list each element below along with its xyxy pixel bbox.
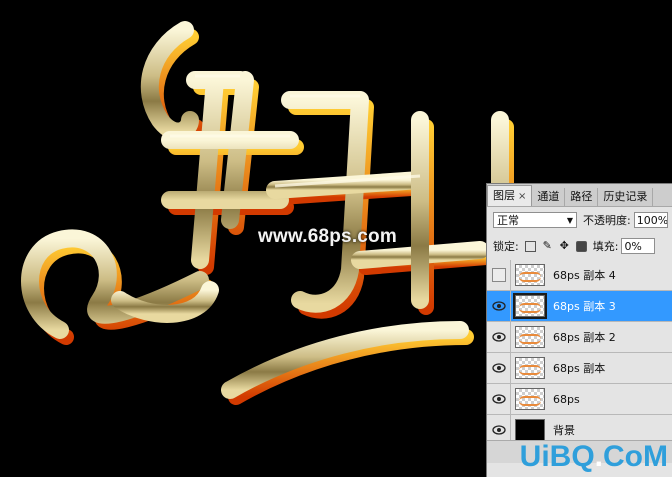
tab-layers-label: 图层 <box>493 189 515 202</box>
layer-row[interactable]: 68ps 副本 4 <box>487 260 672 291</box>
layer-row[interactable]: 68ps 副本 2 <box>487 322 672 353</box>
fill-label: 填充: <box>592 240 619 253</box>
lock-paint-icon[interactable]: ✎ <box>542 240 553 252</box>
eye-icon[interactable] <box>487 322 511 352</box>
layers-panel: 图层 × 通道 路径 历史记录 正常 ▼ 不透明度: 100% 锁定: ✎ ✥ 填… <box>486 183 672 477</box>
layer-list: 68ps 副本 4 68ps 副本 3 68ps 副本 2 68ps 副本 68ps 背景 <box>487 260 672 446</box>
eye-icon[interactable] <box>487 291 511 321</box>
eye-icon[interactable] <box>487 353 511 383</box>
orange-shadow-strokes <box>28 29 514 405</box>
layer-name: 68ps 副本 4 <box>553 269 616 282</box>
visibility-toggle-empty[interactable] <box>487 260 511 290</box>
corner-logo: UiBQ.CoM <box>520 440 668 474</box>
layer-thumbnail <box>515 357 545 379</box>
layer-name: 背景 <box>553 424 575 437</box>
layer-thumbnail <box>515 264 545 286</box>
opacity-label: 不透明度: <box>583 214 631 227</box>
corner-logo-right: CoM <box>603 440 668 473</box>
fill-input[interactable]: 0% <box>621 238 656 254</box>
layer-name: 68ps 副本 2 <box>553 331 616 344</box>
corner-logo-left: UiBQ <box>519 440 595 473</box>
layer-name: 68ps 副本 <box>553 362 606 375</box>
layer-row[interactable]: 68ps 副本 <box>487 353 672 384</box>
tab-history[interactable]: 历史记录 <box>598 188 654 206</box>
lock-transparency-icon[interactable] <box>524 240 536 252</box>
lock-label: 锁定: <box>493 240 519 253</box>
blend-row: 正常 ▼ 不透明度: 100% <box>487 207 672 233</box>
tab-channels[interactable]: 通道 <box>532 188 566 206</box>
layer-thumbnail <box>513 293 547 319</box>
tab-paths[interactable]: 路径 <box>565 188 599 206</box>
tab-paths-label: 路径 <box>570 190 593 203</box>
panel-tab-bar: 图层 × 通道 路径 历史记录 <box>487 184 672 207</box>
lock-move-icon[interactable]: ✥ <box>559 240 570 252</box>
layer-thumbnail <box>515 326 545 348</box>
chevron-down-icon: ▼ <box>566 215 573 225</box>
blend-mode-select[interactable]: 正常 ▼ <box>493 212 577 228</box>
close-icon[interactable]: × <box>518 191 526 202</box>
layer-row[interactable]: 68ps 副本 3 <box>487 291 672 322</box>
site-url-text: www.68ps.com <box>258 226 397 247</box>
layer-thumbnail <box>515 388 545 410</box>
lock-row: 锁定: ✎ ✥ 填充: 0% <box>487 233 672 259</box>
layer-name: 68ps <box>553 392 580 406</box>
opacity-input[interactable]: 100% <box>633 212 668 228</box>
tab-layers[interactable]: 图层 × <box>487 185 533 206</box>
layer-name: 68ps 副本 3 <box>553 300 616 313</box>
tab-history-label: 历史记录 <box>603 190 648 203</box>
blend-mode-value: 正常 <box>497 214 519 227</box>
layer-thumbnail <box>515 419 545 441</box>
layer-row[interactable]: 68ps <box>487 384 672 415</box>
corner-logo-dot: . <box>594 440 604 473</box>
eye-icon[interactable] <box>487 384 511 414</box>
lock-all-icon[interactable] <box>575 240 587 252</box>
tab-channels-label: 通道 <box>537 190 560 203</box>
